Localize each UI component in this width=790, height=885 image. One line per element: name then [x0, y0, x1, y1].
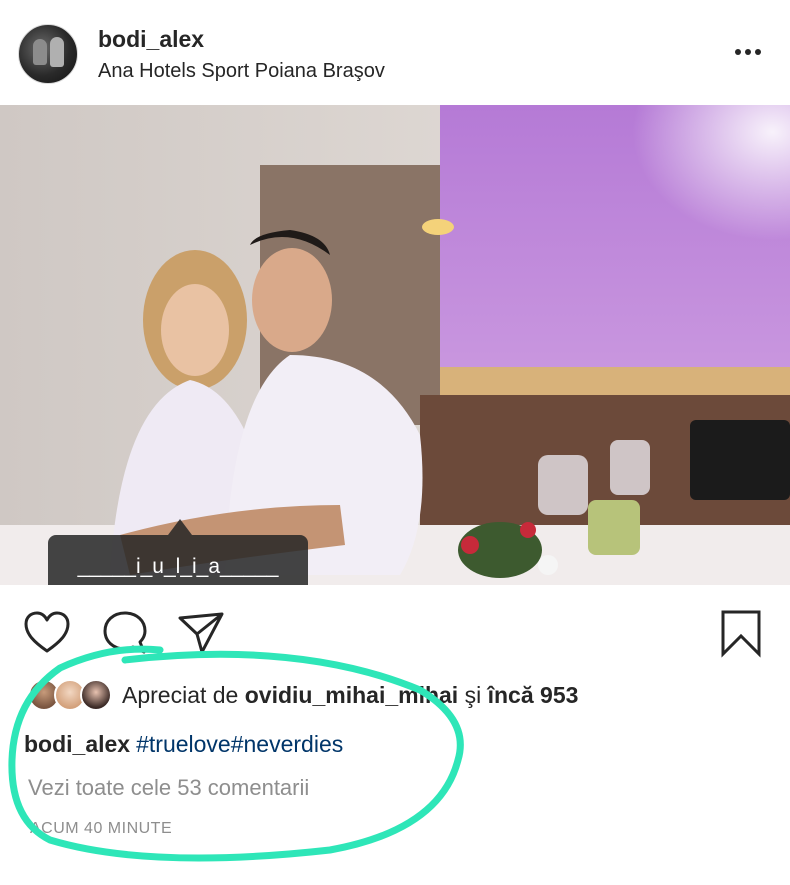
- more-options-icon[interactable]: [730, 40, 766, 64]
- post-timestamp: ACUM 40 MINUTE: [30, 820, 173, 837]
- paper-plane-icon[interactable]: [176, 608, 226, 658]
- comment-bubble-icon[interactable]: [100, 608, 150, 658]
- post-username[interactable]: bodi_alex: [98, 26, 204, 53]
- likes-count[interactable]: încă 953: [488, 682, 579, 708]
- liker-avatar: [80, 679, 112, 711]
- bookmark-icon[interactable]: [716, 608, 766, 658]
- post-caption: bodi_alex #truelove#neverdies: [24, 731, 343, 758]
- likes-row[interactable]: Apreciat de ovidiu_mihai_mihai şi încă 9…: [24, 676, 784, 716]
- liker-username[interactable]: ovidiu_mihai_mihai: [245, 682, 458, 708]
- post-action-bar: [0, 600, 790, 662]
- photo-scene: [0, 105, 790, 585]
- heart-icon[interactable]: [22, 608, 72, 658]
- avatar-figure: [50, 37, 64, 67]
- avatar[interactable]: [18, 24, 78, 84]
- post-header: bodi_alex Ana Hotels Sport Poiana Braşov: [0, 0, 790, 105]
- likes-conjunction: şi: [464, 682, 482, 708]
- likes-prefix: Apreciat de: [122, 682, 239, 708]
- caption-hashtags[interactable]: #truelove#neverdies: [136, 731, 343, 757]
- view-comments-link[interactable]: Vezi toate cele 53 comentarii: [28, 775, 309, 801]
- post-photo[interactable]: _____i_u_l_i_a_____: [0, 105, 790, 585]
- post-location[interactable]: Ana Hotels Sport Poiana Braşov: [98, 60, 385, 83]
- photo-user-tag[interactable]: _____i_u_l_i_a_____: [48, 535, 308, 585]
- likes-summary: Apreciat de ovidiu_mihai_mihai şi încă 9…: [122, 682, 578, 709]
- photo-tag-pointer: [168, 519, 192, 535]
- avatar-figure: [33, 39, 47, 65]
- caption-username[interactable]: bodi_alex: [24, 731, 130, 757]
